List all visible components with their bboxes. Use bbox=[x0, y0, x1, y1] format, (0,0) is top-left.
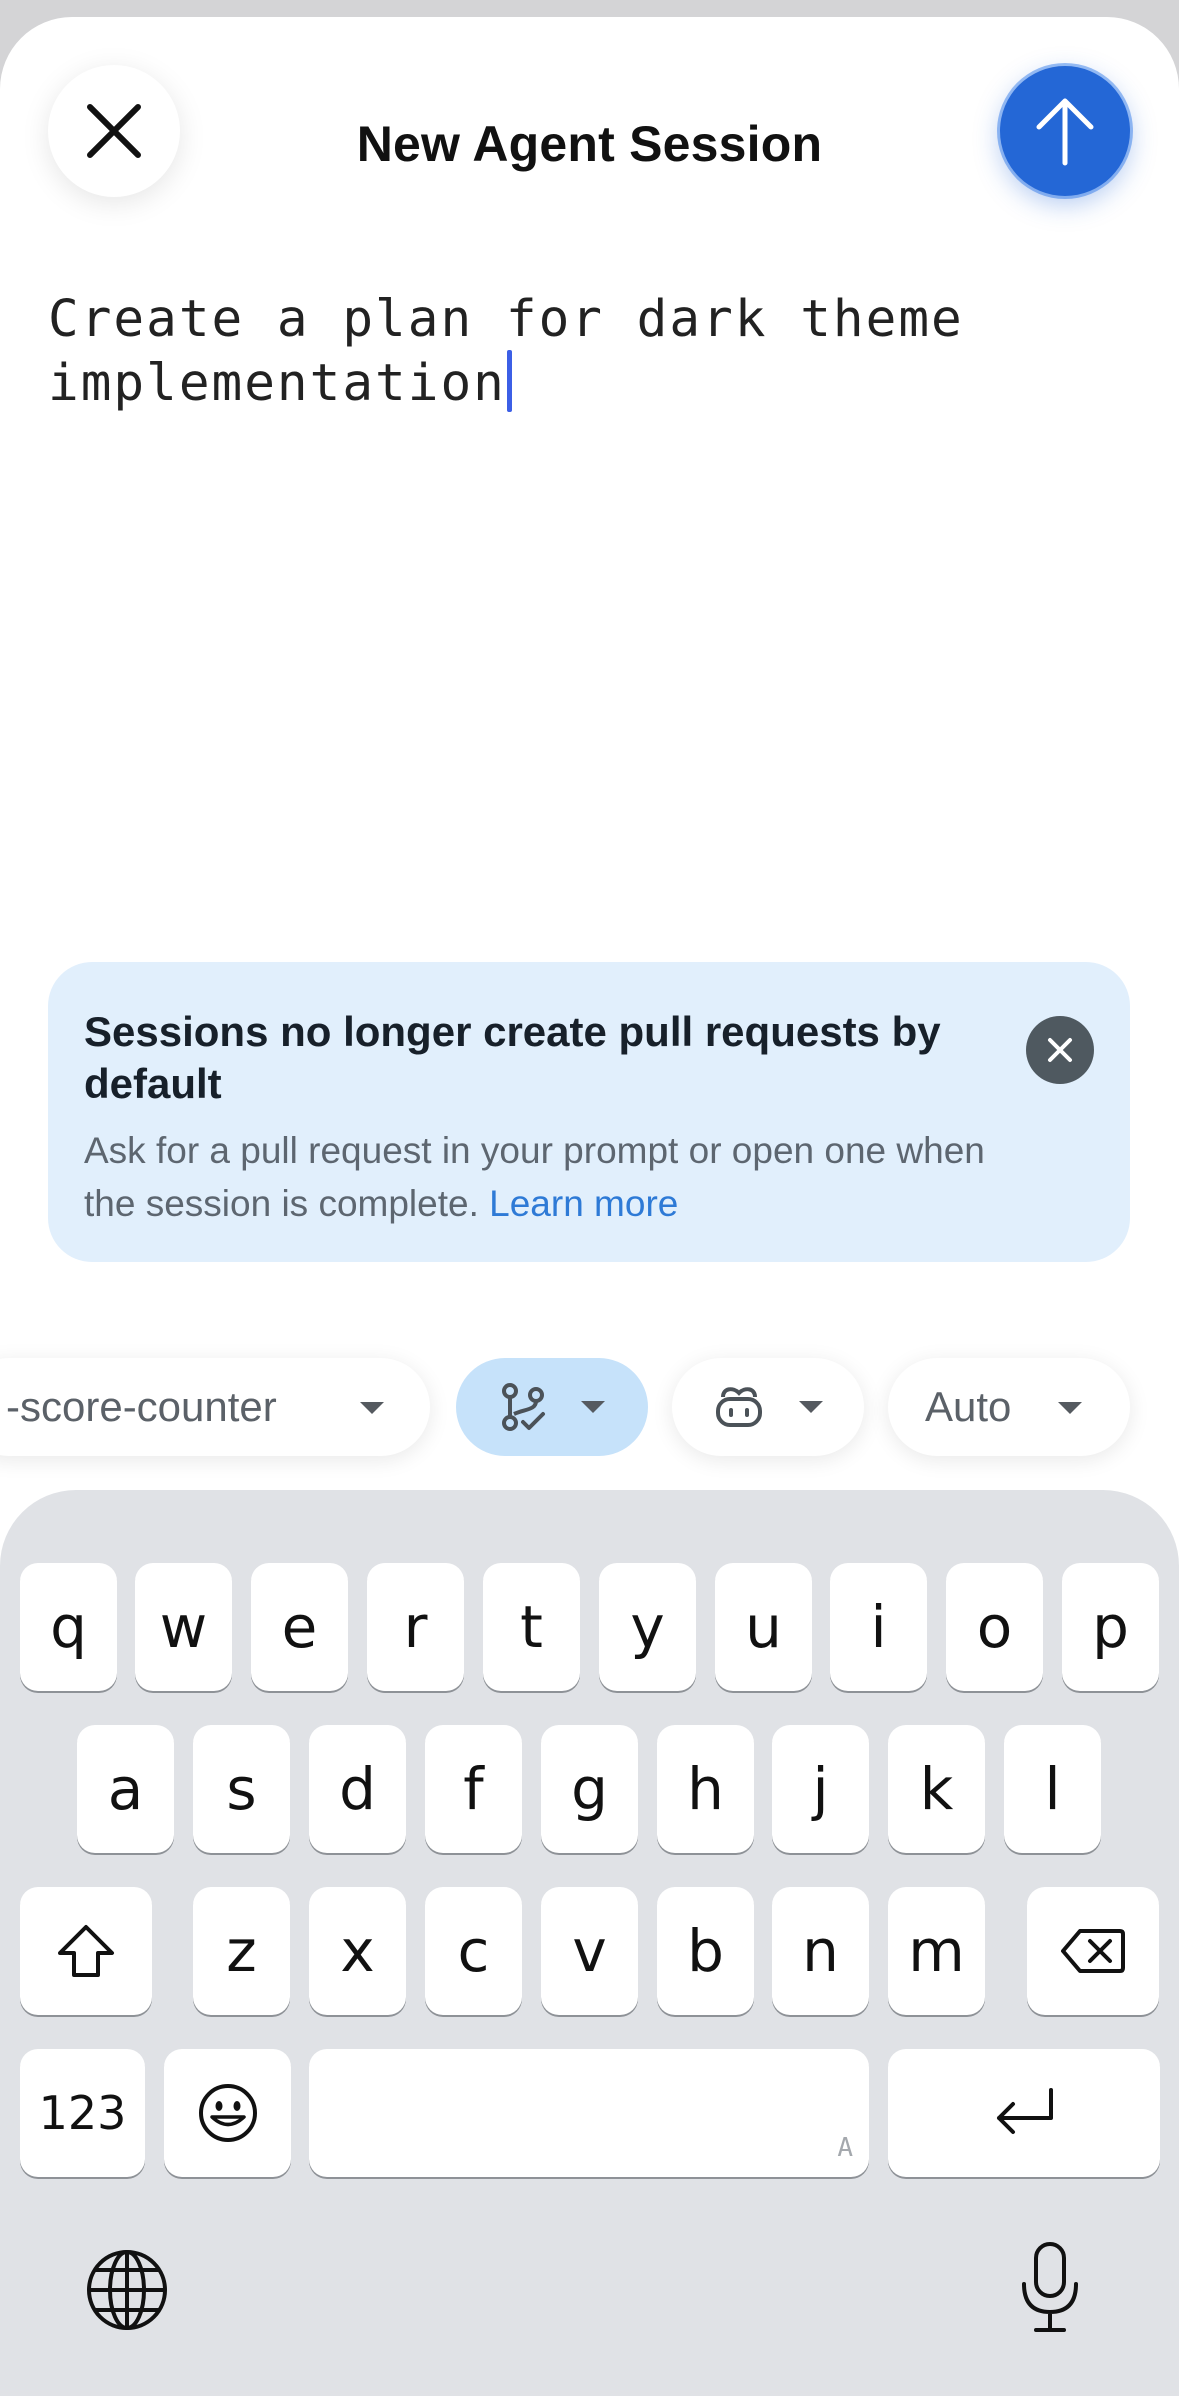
key-u[interactable]: u bbox=[715, 1563, 812, 1691]
key-n[interactable]: n bbox=[772, 1887, 869, 2015]
key-b[interactable]: b bbox=[657, 1887, 754, 2015]
model-selector[interactable]: Auto bbox=[888, 1358, 1130, 1456]
delete-key[interactable] bbox=[1027, 1887, 1159, 2015]
prompt-line-2: implementation bbox=[48, 354, 506, 413]
key-h[interactable]: h bbox=[657, 1725, 754, 1853]
key-j[interactable]: j bbox=[772, 1725, 869, 1853]
repository-label: -score-counter bbox=[6, 1383, 277, 1430]
chevron-down-icon bbox=[360, 1402, 384, 1414]
return-icon bbox=[997, 2088, 1053, 2134]
key-t[interactable]: t bbox=[483, 1563, 580, 1691]
key-d[interactable]: d bbox=[309, 1725, 406, 1853]
return-key[interactable] bbox=[888, 2049, 1160, 2177]
chevron-down-icon bbox=[1058, 1402, 1082, 1414]
branch-check-icon bbox=[502, 1383, 545, 1431]
key-i[interactable]: i bbox=[830, 1563, 927, 1691]
key-c[interactable]: c bbox=[425, 1887, 522, 2015]
prompt-input[interactable]: Create a plan for dark theme implementat… bbox=[48, 289, 1128, 414]
key-r[interactable]: r bbox=[367, 1563, 464, 1691]
numbers-key[interactable]: 123 bbox=[20, 2049, 145, 2177]
key-z[interactable]: z bbox=[193, 1887, 290, 2015]
key-g[interactable]: g bbox=[541, 1725, 638, 1853]
banner-close-button[interactable] bbox=[1026, 1016, 1094, 1084]
chevron-down-icon bbox=[581, 1401, 605, 1413]
branch-selector[interactable] bbox=[456, 1358, 648, 1456]
prompt-line-1: Create a plan for dark theme bbox=[48, 290, 964, 349]
key-y[interactable]: y bbox=[599, 1563, 696, 1691]
key-m[interactable]: m bbox=[888, 1887, 985, 2015]
backspace-icon bbox=[1061, 1929, 1125, 1973]
key-q[interactable]: q bbox=[20, 1563, 117, 1691]
model-label: Auto bbox=[925, 1383, 1012, 1430]
agent-selector[interactable] bbox=[672, 1358, 864, 1456]
new-session-sheet: New Agent Session Create a plan for dark… bbox=[0, 17, 1179, 2396]
key-s[interactable]: s bbox=[193, 1725, 290, 1853]
learn-more-link[interactable]: Learn more bbox=[489, 1183, 678, 1224]
key-e[interactable]: e bbox=[251, 1563, 348, 1691]
key-l[interactable]: l bbox=[1004, 1725, 1101, 1853]
chevron-down-icon bbox=[799, 1401, 823, 1413]
space-key[interactable]: A bbox=[309, 2049, 869, 2177]
key-x[interactable]: x bbox=[309, 1887, 406, 2015]
emoji-icon bbox=[198, 2084, 257, 2142]
emoji-key[interactable] bbox=[164, 2049, 291, 2177]
on-screen-keyboard: q w e r t y u i o p a s d f g h j k l z … bbox=[0, 1490, 1179, 2396]
banner-title: Sessions no longer create pull requests … bbox=[84, 1008, 941, 1107]
key-p[interactable]: p bbox=[1062, 1563, 1159, 1691]
key-v[interactable]: v bbox=[541, 1887, 638, 2015]
key-w[interactable]: w bbox=[135, 1563, 232, 1691]
globe-button[interactable] bbox=[82, 2245, 172, 2335]
close-icon bbox=[1048, 1038, 1072, 1062]
globe-icon bbox=[87, 2250, 167, 2330]
shift-key[interactable] bbox=[20, 1887, 152, 2015]
key-f[interactable]: f bbox=[425, 1725, 522, 1853]
arrow-up-icon bbox=[1036, 98, 1094, 166]
shift-icon bbox=[58, 1925, 114, 1977]
key-k[interactable]: k bbox=[888, 1725, 985, 1853]
info-banner: Sessions no longer create pull requests … bbox=[48, 962, 1130, 1262]
space-hint: A bbox=[837, 2133, 853, 2163]
key-a[interactable]: a bbox=[77, 1725, 174, 1853]
repository-selector[interactable]: -score-counter bbox=[0, 1358, 430, 1456]
microphone-button[interactable] bbox=[1010, 2238, 1090, 2338]
key-o[interactable]: o bbox=[946, 1563, 1043, 1691]
microphone-icon bbox=[1022, 2242, 1078, 2332]
copilot-icon bbox=[716, 1387, 762, 1427]
banner-body: Ask for a pull request in your prompt or… bbox=[84, 1124, 1044, 1230]
send-button[interactable] bbox=[1000, 66, 1130, 196]
text-caret bbox=[506, 350, 512, 412]
